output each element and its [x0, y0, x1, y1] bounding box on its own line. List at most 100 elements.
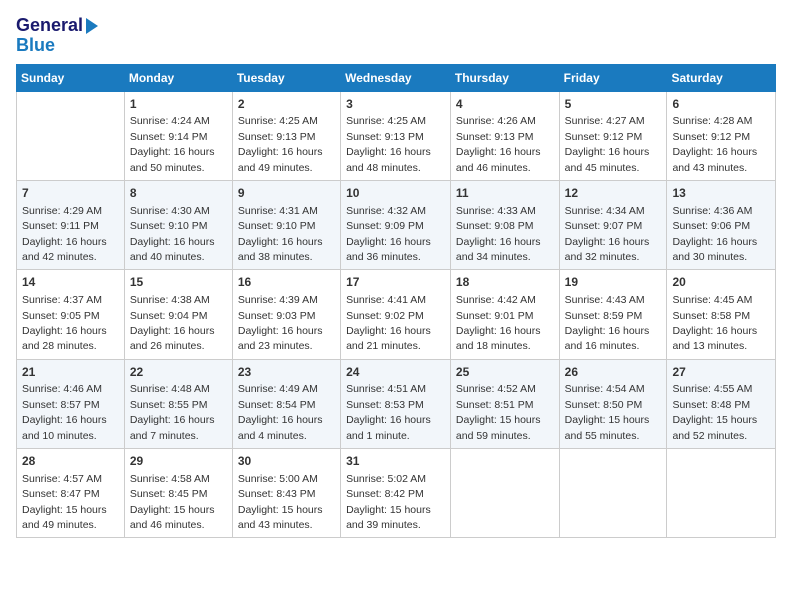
day-number: 12 — [565, 185, 662, 202]
day-number: 31 — [346, 453, 445, 470]
day-info: Sunrise: 4:25 AM Sunset: 9:13 PM Dayligh… — [238, 115, 323, 173]
day-number: 26 — [565, 364, 662, 381]
day-number: 27 — [672, 364, 770, 381]
calendar-cell: 3 Sunrise: 4:25 AM Sunset: 9:13 PM Daylig… — [341, 91, 451, 180]
column-header-wednesday: Wednesday — [341, 64, 451, 91]
day-number: 23 — [238, 364, 335, 381]
calendar-header-row: SundayMondayTuesdayWednesdayThursdayFrid… — [17, 64, 776, 91]
day-number: 19 — [565, 274, 662, 291]
day-info: Sunrise: 4:34 AM Sunset: 9:07 PM Dayligh… — [565, 205, 650, 263]
day-number: 18 — [456, 274, 554, 291]
day-number: 3 — [346, 96, 445, 113]
calendar-cell: 19 Sunrise: 4:43 AM Sunset: 8:59 PM Dayli… — [559, 270, 667, 359]
calendar-cell: 14 Sunrise: 4:37 AM Sunset: 9:05 PM Dayli… — [17, 270, 125, 359]
day-number: 16 — [238, 274, 335, 291]
calendar-cell: 17 Sunrise: 4:41 AM Sunset: 9:02 PM Dayli… — [341, 270, 451, 359]
day-info: Sunrise: 4:39 AM Sunset: 9:03 PM Dayligh… — [238, 294, 323, 352]
day-info: Sunrise: 4:41 AM Sunset: 9:02 PM Dayligh… — [346, 294, 431, 352]
day-info: Sunrise: 4:36 AM Sunset: 9:06 PM Dayligh… — [672, 205, 757, 263]
calendar-cell: 15Sunrise: 4:38 AM Sunset: 9:04 PM Dayli… — [124, 270, 232, 359]
page-header: General Blue — [16, 16, 776, 56]
calendar-cell: 8 Sunrise: 4:30 AM Sunset: 9:10 PM Daylig… — [124, 180, 232, 269]
week-row-3: 14 Sunrise: 4:37 AM Sunset: 9:05 PM Dayli… — [17, 270, 776, 359]
day-info: Sunrise: 4:58 AM Sunset: 8:45 PM Dayligh… — [130, 473, 215, 531]
day-number: 14 — [22, 274, 119, 291]
calendar-cell: 5 Sunrise: 4:27 AM Sunset: 9:12 PM Daylig… — [559, 91, 667, 180]
column-header-monday: Monday — [124, 64, 232, 91]
week-row-5: 28 Sunrise: 4:57 AM Sunset: 8:47 PM Dayli… — [17, 449, 776, 538]
column-header-tuesday: Tuesday — [232, 64, 340, 91]
day-info: Sunrise: 4:54 AM Sunset: 8:50 PM Dayligh… — [565, 383, 650, 441]
day-info: Sunrise: 4:30 AM Sunset: 9:10 PM Dayligh… — [130, 205, 215, 263]
column-header-sunday: Sunday — [17, 64, 125, 91]
day-number: 17 — [346, 274, 445, 291]
calendar-cell: 11 Sunrise: 4:33 AM Sunset: 9:08 PM Dayli… — [450, 180, 559, 269]
day-number: 11 — [456, 185, 554, 202]
calendar-cell: 30Sunrise: 5:00 AM Sunset: 8:43 PM Dayli… — [232, 449, 340, 538]
calendar-cell: 18 Sunrise: 4:42 AM Sunset: 9:01 PM Dayli… — [450, 270, 559, 359]
calendar-cell: 4Sunrise: 4:26 AM Sunset: 9:13 PM Daylig… — [450, 91, 559, 180]
day-number: 10 — [346, 185, 445, 202]
calendar-table: SundayMondayTuesdayWednesdayThursdayFrid… — [16, 64, 776, 539]
day-number: 29 — [130, 453, 227, 470]
day-info: Sunrise: 5:02 AM Sunset: 8:42 PM Dayligh… — [346, 473, 431, 531]
calendar-cell: 16 Sunrise: 4:39 AM Sunset: 9:03 PM Dayli… — [232, 270, 340, 359]
day-number: 1 — [130, 96, 227, 113]
day-number: 8 — [130, 185, 227, 202]
calendar-cell: 24 Sunrise: 4:51 AM Sunset: 8:53 PM Dayli… — [341, 359, 451, 448]
calendar-cell: 22 Sunrise: 4:48 AM Sunset: 8:55 PM Dayli… — [124, 359, 232, 448]
day-number: 22 — [130, 364, 227, 381]
day-number: 28 — [22, 453, 119, 470]
day-number: 20 — [672, 274, 770, 291]
day-info: Sunrise: 4:48 AM Sunset: 8:55 PM Dayligh… — [130, 383, 215, 441]
day-number: 9 — [238, 185, 335, 202]
day-info: Sunrise: 4:42 AM Sunset: 9:01 PM Dayligh… — [456, 294, 541, 352]
calendar-cell: 10 Sunrise: 4:32 AM Sunset: 9:09 PM Dayli… — [341, 180, 451, 269]
calendar-cell: 25 Sunrise: 4:52 AM Sunset: 8:51 PM Dayli… — [450, 359, 559, 448]
day-info: Sunrise: 4:52 AM Sunset: 8:51 PM Dayligh… — [456, 383, 541, 441]
calendar-cell: 28 Sunrise: 4:57 AM Sunset: 8:47 PM Dayli… — [17, 449, 125, 538]
calendar-cell: 26 Sunrise: 4:54 AM Sunset: 8:50 PM Dayli… — [559, 359, 667, 448]
calendar-cell: 7 Sunrise: 4:29 AM Sunset: 9:11 PM Daylig… — [17, 180, 125, 269]
calendar-cell: 20Sunrise: 4:45 AM Sunset: 8:58 PM Dayli… — [667, 270, 776, 359]
day-info: Sunrise: 4:28 AM Sunset: 9:12 PM Dayligh… — [672, 115, 757, 173]
column-header-thursday: Thursday — [450, 64, 559, 91]
day-info: Sunrise: 4:32 AM Sunset: 9:09 PM Dayligh… — [346, 205, 431, 263]
calendar-cell: 12 Sunrise: 4:34 AM Sunset: 9:07 PM Dayli… — [559, 180, 667, 269]
day-info: Sunrise: 4:24 AM Sunset: 9:14 PM Dayligh… — [130, 115, 215, 173]
calendar-cell — [450, 449, 559, 538]
column-header-friday: Friday — [559, 64, 667, 91]
calendar-cell — [17, 91, 125, 180]
calendar-cell — [667, 449, 776, 538]
day-number: 15 — [130, 274, 227, 291]
day-info: Sunrise: 4:55 AM Sunset: 8:48 PM Dayligh… — [672, 383, 757, 441]
day-info: Sunrise: 4:51 AM Sunset: 8:53 PM Dayligh… — [346, 383, 431, 441]
day-info: Sunrise: 4:31 AM Sunset: 9:10 PM Dayligh… — [238, 205, 323, 263]
day-info: Sunrise: 4:43 AM Sunset: 8:59 PM Dayligh… — [565, 294, 650, 352]
calendar-cell: 21 Sunrise: 4:46 AM Sunset: 8:57 PM Dayli… — [17, 359, 125, 448]
day-info: Sunrise: 4:46 AM Sunset: 8:57 PM Dayligh… — [22, 383, 107, 441]
day-info: Sunrise: 4:57 AM Sunset: 8:47 PM Dayligh… — [22, 473, 107, 531]
day-info: Sunrise: 4:29 AM Sunset: 9:11 PM Dayligh… — [22, 205, 107, 263]
day-number: 4 — [456, 96, 554, 113]
calendar-cell: 27 Sunrise: 4:55 AM Sunset: 8:48 PM Dayli… — [667, 359, 776, 448]
day-info: Sunrise: 4:33 AM Sunset: 9:08 PM Dayligh… — [456, 205, 541, 263]
calendar-cell: 29 Sunrise: 4:58 AM Sunset: 8:45 PM Dayli… — [124, 449, 232, 538]
calendar-cell: 6 Sunrise: 4:28 AM Sunset: 9:12 PM Daylig… — [667, 91, 776, 180]
day-number: 5 — [565, 96, 662, 113]
day-number: 25 — [456, 364, 554, 381]
week-row-1: 1 Sunrise: 4:24 AM Sunset: 9:14 PM Daylig… — [17, 91, 776, 180]
day-number: 7 — [22, 185, 119, 202]
day-number: 6 — [672, 96, 770, 113]
day-number: 24 — [346, 364, 445, 381]
calendar-cell: 31 Sunrise: 5:02 AM Sunset: 8:42 PM Dayli… — [341, 449, 451, 538]
day-number: 21 — [22, 364, 119, 381]
column-header-saturday: Saturday — [667, 64, 776, 91]
day-info: Sunrise: 4:25 AM Sunset: 9:13 PM Dayligh… — [346, 115, 431, 173]
calendar-cell — [559, 449, 667, 538]
day-info: Sunrise: 4:27 AM Sunset: 9:12 PM Dayligh… — [565, 115, 650, 173]
calendar-cell: 9 Sunrise: 4:31 AM Sunset: 9:10 PM Daylig… — [232, 180, 340, 269]
day-info: Sunrise: 4:37 AM Sunset: 9:05 PM Dayligh… — [22, 294, 107, 352]
week-row-2: 7 Sunrise: 4:29 AM Sunset: 9:11 PM Daylig… — [17, 180, 776, 269]
day-info: Sunrise: 4:49 AM Sunset: 8:54 PM Dayligh… — [238, 383, 323, 441]
